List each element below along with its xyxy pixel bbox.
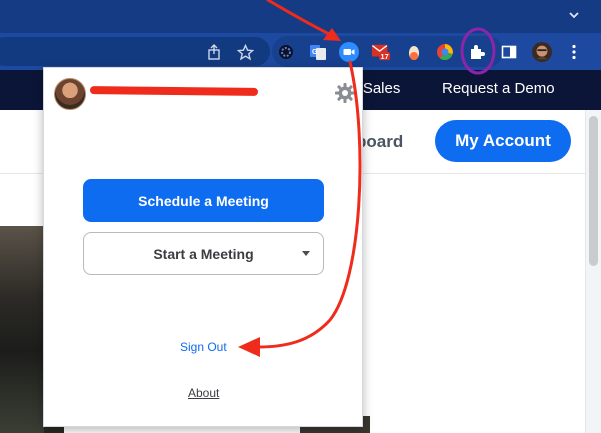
sign-out-link[interactable]: Sign Out (180, 340, 227, 354)
gmail-badge: 17 (381, 52, 389, 61)
start-meeting-label: Start a Meeting (153, 245, 254, 262)
browser-toolbar: G 17 (0, 33, 601, 70)
chevron-down-icon[interactable] (567, 8, 581, 22)
page-scrollbar[interactable] (585, 110, 601, 433)
start-meeting-dropdown[interactable]: Start a Meeting (83, 232, 324, 275)
puzzle-icon[interactable] (467, 42, 487, 62)
redacted-username (89, 86, 259, 96)
extension-icon[interactable] (404, 42, 424, 62)
share-icon[interactable] (204, 42, 224, 62)
caret-down-icon (302, 251, 310, 256)
star-icon[interactable] (235, 42, 255, 62)
gmail-icon[interactable]: 17 (371, 42, 391, 62)
address-bar[interactable] (0, 37, 270, 66)
sidebar-icon[interactable] (499, 42, 519, 62)
extension-icon[interactable] (276, 42, 296, 62)
google-translate-icon[interactable]: G (308, 42, 328, 62)
svg-text:G: G (312, 49, 318, 56)
zoom-extension-icon[interactable] (339, 42, 359, 62)
scrollbar-thumb[interactable] (589, 116, 598, 266)
gear-icon[interactable] (334, 82, 356, 104)
zoom-extension-popup: Schedule a Meeting Start a Meeting Sign … (43, 67, 363, 427)
about-link[interactable]: About (188, 386, 219, 400)
color-wheel-icon[interactable] (435, 42, 455, 62)
my-account-button[interactable]: My Account (435, 120, 571, 162)
schedule-meeting-button[interactable]: Schedule a Meeting (83, 179, 324, 222)
kebab-menu-icon[interactable] (564, 42, 584, 62)
avatar (54, 78, 86, 110)
browser-titlebar (0, 0, 601, 33)
nav-request-demo[interactable]: Request a Demo (442, 80, 555, 97)
avatar[interactable] (532, 42, 552, 62)
dashboard-link[interactable]: board (356, 132, 403, 152)
hero-photo (0, 226, 44, 433)
